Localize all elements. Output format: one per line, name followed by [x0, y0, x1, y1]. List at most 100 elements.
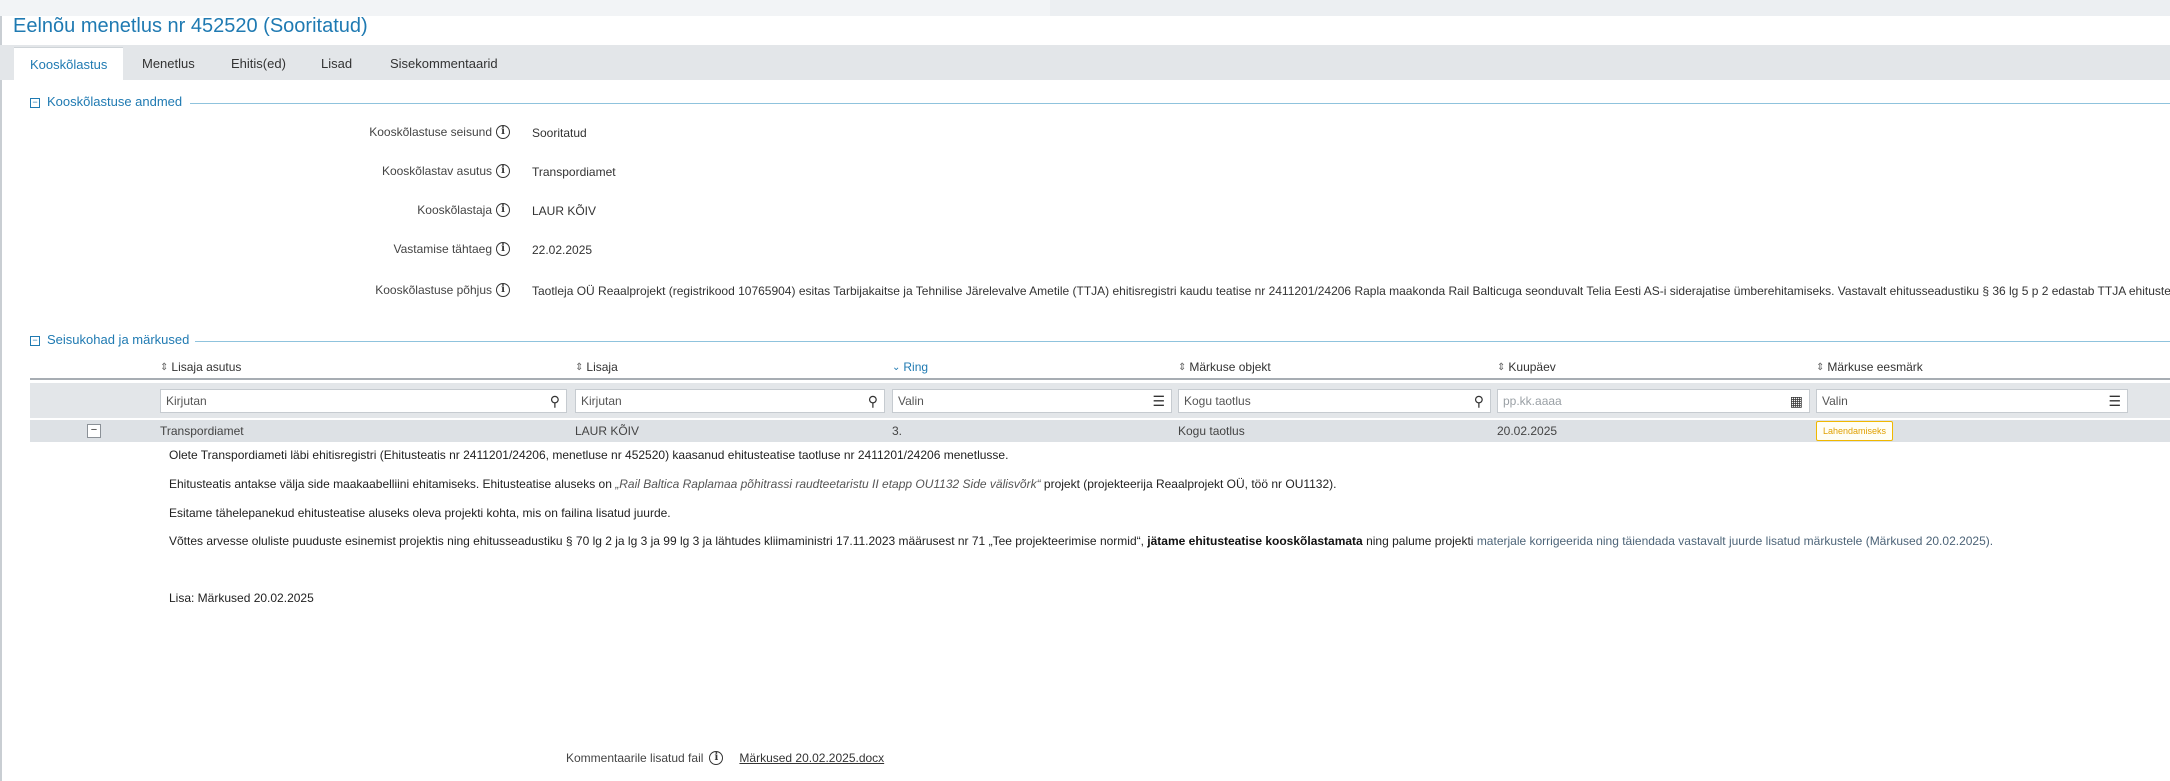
- filter-placeholder: Kirjutan: [166, 394, 207, 408]
- cell-ring: 3.: [892, 424, 903, 438]
- col-label: Märkuse eesmärk: [1827, 360, 1923, 374]
- comment-text: projekt (projekteerija Reaalprojekt OÜ, …: [1040, 477, 1337, 491]
- col-markuse-objekt[interactable]: ⇕ Märkuse objekt: [1178, 360, 1271, 374]
- info-icon[interactable]: i: [709, 751, 724, 765]
- field-label: Kooskõlastav asutus i: [382, 164, 510, 178]
- filter-bar: Kirjutan ⚲ Kirjutan ⚲ Valin ☰ Kogu taotlus ⚲…: [30, 383, 2170, 418]
- comment-paragraph: Võttes arvesse oluliste puuduste esinemi…: [169, 534, 1993, 548]
- field-label-text: Kooskõlastav asutus: [381, 164, 492, 178]
- filter-value: Valin: [898, 394, 924, 408]
- top-strip: [0, 0, 2170, 16]
- info-icon[interactable]: i: [496, 283, 510, 297]
- search-icon[interactable]: ⚲: [868, 393, 878, 409]
- calendar-icon[interactable]: ▦: [1790, 393, 1803, 409]
- info-icon[interactable]: i: [496, 242, 510, 256]
- filter-placeholder: Kirjutan: [581, 394, 622, 408]
- col-markuse-eesmark[interactable]: ⇕ Märkuse eesmärk: [1816, 360, 1923, 374]
- comment-attachment-note: Lisa: Märkused 20.02.2025: [169, 591, 314, 605]
- col-label: Lisaja: [586, 360, 618, 374]
- section-divider: [195, 341, 2170, 342]
- filter-kuupaev-input[interactable]: pp.kk.aaaa ▦: [1497, 389, 1810, 413]
- sort-icon: ⇕: [1178, 361, 1187, 373]
- field-value: Taotleja OÜ Reaalprojekt (registrikood 1…: [532, 284, 2170, 298]
- col-label: Märkuse objekt: [1189, 360, 1271, 374]
- field-label-text: Vastamise tähtaeg: [393, 242, 492, 256]
- filter-placeholder: pp.kk.aaaa: [1503, 394, 1562, 408]
- attachment-row: Kommentaarile lisatud fail i Märkused 20…: [566, 751, 884, 765]
- cell-lisaja: LAUR KÕIV: [575, 424, 640, 438]
- filter-asutus-input[interactable]: Kirjutan ⚲: [160, 389, 567, 413]
- field-label: Vastamise tähtaeg i: [393, 242, 510, 256]
- page-title: Eelnõu menetlus nr 452520 (Sooritatud): [13, 15, 368, 37]
- search-icon[interactable]: ⚲: [1474, 393, 1484, 409]
- field-label: Kooskõlastaja i: [417, 203, 510, 217]
- top-strip-fade: [1050, 0, 2170, 16]
- info-icon[interactable]: i: [496, 203, 510, 217]
- sort-icon: ⇕: [1816, 361, 1825, 373]
- field-label-text: Kooskõlastuse seisund: [369, 125, 492, 139]
- comment-text: ning palume projekti: [1362, 534, 1477, 548]
- field-asutus: Kooskõlastav asutus i Transpordiamet: [0, 164, 2170, 184]
- comment-paragraph: Esitame tähelepanekud ehitusteatise alus…: [169, 506, 671, 520]
- section-title: Kooskõlastuse andmed: [47, 94, 189, 109]
- cell-asutus: Transpordiamet: [160, 424, 244, 438]
- comment-text: Ehitusteatis antakse välja side maakaabe…: [169, 477, 616, 491]
- comment-text: Võttes arvesse oluliste puuduste esinemi…: [169, 534, 1148, 548]
- collapse-section-icon[interactable]: −: [30, 98, 40, 108]
- tab-bar: Kooskõlastus Menetlus Ehitis(ed) Lisad S…: [0, 45, 2170, 80]
- tab-sisekommentaarid[interactable]: Sisekommentaarid: [374, 47, 514, 80]
- table-header: ⇕ Lisaja asutus ⇕ Lisaja ⌄ Ring ⇕ Märkuse ob…: [30, 358, 2170, 380]
- info-icon[interactable]: i: [496, 125, 510, 139]
- filter-lisaja-input[interactable]: Kirjutan ⚲: [575, 389, 885, 413]
- comment-text-muted: materjale korrigeerida ning täiendada va…: [1476, 534, 1994, 548]
- cell-objekt: Kogu taotlus: [1178, 424, 1245, 438]
- list-icon[interactable]: ☰: [2108, 393, 2121, 409]
- filter-objekt-input[interactable]: Kogu taotlus ⚲: [1178, 389, 1491, 413]
- filter-eesmark-select[interactable]: Valin ☰: [1816, 389, 2128, 413]
- field-pohjus: Kooskõlastuse põhjus i Taotleja OÜ Reaalp…: [0, 283, 2170, 303]
- col-kuupaev[interactable]: ⇕ Kuupäev: [1497, 360, 1556, 374]
- row-collapse-icon[interactable]: −: [87, 424, 101, 438]
- comment-decision: jätame ehitusteatise kooskõlastamata: [1147, 534, 1363, 548]
- tab-lisad[interactable]: Lisad: [305, 47, 368, 80]
- field-kooskolastaja: Kooskõlastaja i LAUR KÕIV: [0, 203, 2170, 223]
- comment-project-name: „Rail Baltica Raplamaa põhitrassi raudte…: [615, 477, 1041, 491]
- comment-paragraph: Olete Transpordiameti läbi ehitisregistr…: [169, 448, 1009, 462]
- search-icon[interactable]: ⚲: [550, 393, 560, 409]
- filter-ring-select[interactable]: Valin ☰: [892, 389, 1172, 413]
- col-label: Lisaja asutus: [171, 360, 242, 374]
- comment-paragraph: Ehitusteatis antakse välja side maakaabe…: [169, 477, 1337, 491]
- sort-icon: ⇕: [575, 361, 584, 373]
- col-lisaja[interactable]: ⇕ Lisaja: [575, 360, 618, 374]
- sort-icon: ⇕: [160, 361, 169, 373]
- attachment-file-link[interactable]: Märkused 20.02.2025.docx: [739, 751, 884, 765]
- collapse-section-icon[interactable]: −: [30, 336, 40, 346]
- field-value: 22.02.2025: [532, 243, 593, 257]
- filter-value: Valin: [1822, 394, 1848, 408]
- tab-menetlus[interactable]: Menetlus: [126, 47, 211, 80]
- col-label: Ring: [903, 360, 929, 374]
- field-label: Kooskõlastuse põhjus i: [375, 283, 510, 297]
- field-tahtaeg: Vastamise tähtaeg i 22.02.2025: [0, 242, 2170, 262]
- col-label: Kuupäev: [1508, 360, 1556, 374]
- field-label: Kooskõlastuse seisund i: [369, 125, 510, 139]
- field-value: Transpordiamet: [532, 165, 616, 179]
- col-lisaja-asutus[interactable]: ⇕ Lisaja asutus: [160, 360, 241, 374]
- tab-ehitised[interactable]: Ehitis(ed): [215, 47, 302, 80]
- table-row[interactable]: − Transpordiamet LAUR KÕIV 3. Kogu taotl…: [30, 420, 2170, 442]
- cell-kuupaev: 20.02.2025: [1497, 424, 1558, 438]
- sort-desc-icon: ⌄: [892, 361, 901, 373]
- info-icon[interactable]: i: [496, 164, 510, 178]
- col-ring[interactable]: ⌄ Ring: [892, 360, 928, 374]
- field-seisund: Kooskõlastuse seisund i Sooritatud: [0, 125, 2170, 145]
- sort-icon: ⇕: [1497, 361, 1506, 373]
- filter-value: Kogu taotlus: [1184, 394, 1251, 408]
- tab-kooskolastus[interactable]: Kooskõlastus: [14, 47, 124, 80]
- section-kooskolastuse-andmed: − Kooskõlastuse andmed: [30, 94, 2170, 112]
- list-icon[interactable]: ☰: [1152, 393, 1165, 409]
- section-title: Seisukohad ja märkused: [47, 332, 196, 347]
- attachment-label: Kommentaarile lisatud fail: [566, 751, 704, 765]
- field-label-text: Kooskõlastuse põhjus: [375, 283, 492, 297]
- section-divider: [190, 103, 2170, 104]
- field-value: Sooritatud: [532, 126, 587, 140]
